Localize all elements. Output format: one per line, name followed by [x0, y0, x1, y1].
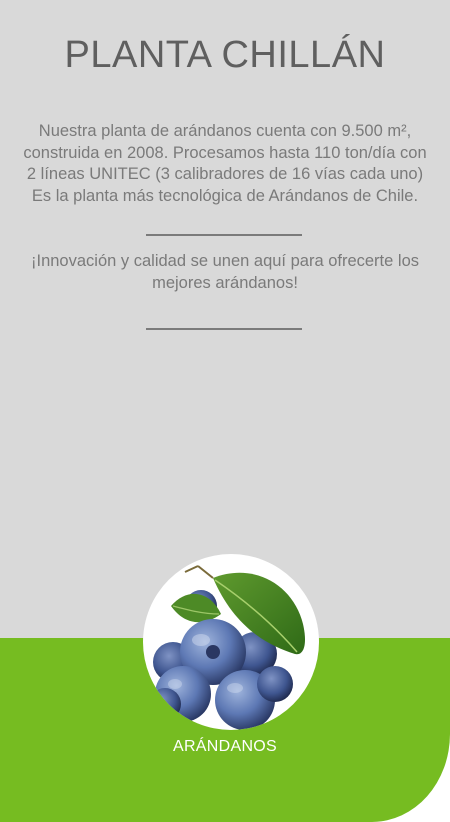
divider-bottom [146, 328, 302, 330]
page: PLANTA CHILLÁN Nuestra planta de arándan… [0, 0, 450, 822]
product-image-circle[interactable] [143, 554, 319, 730]
divider-top [146, 234, 302, 236]
plant-description: Nuestra planta de arándanos cuenta con 9… [23, 122, 427, 205]
product-label[interactable]: ARÁNDANOS [0, 738, 450, 756]
plant-tagline: ¡Innovación y calidad se unen aquí para … [31, 252, 419, 292]
gray-background [0, 0, 450, 640]
page-title: PLANTA CHILLÁN [64, 34, 386, 76]
blueberry-cluster-icon [149, 565, 306, 730]
